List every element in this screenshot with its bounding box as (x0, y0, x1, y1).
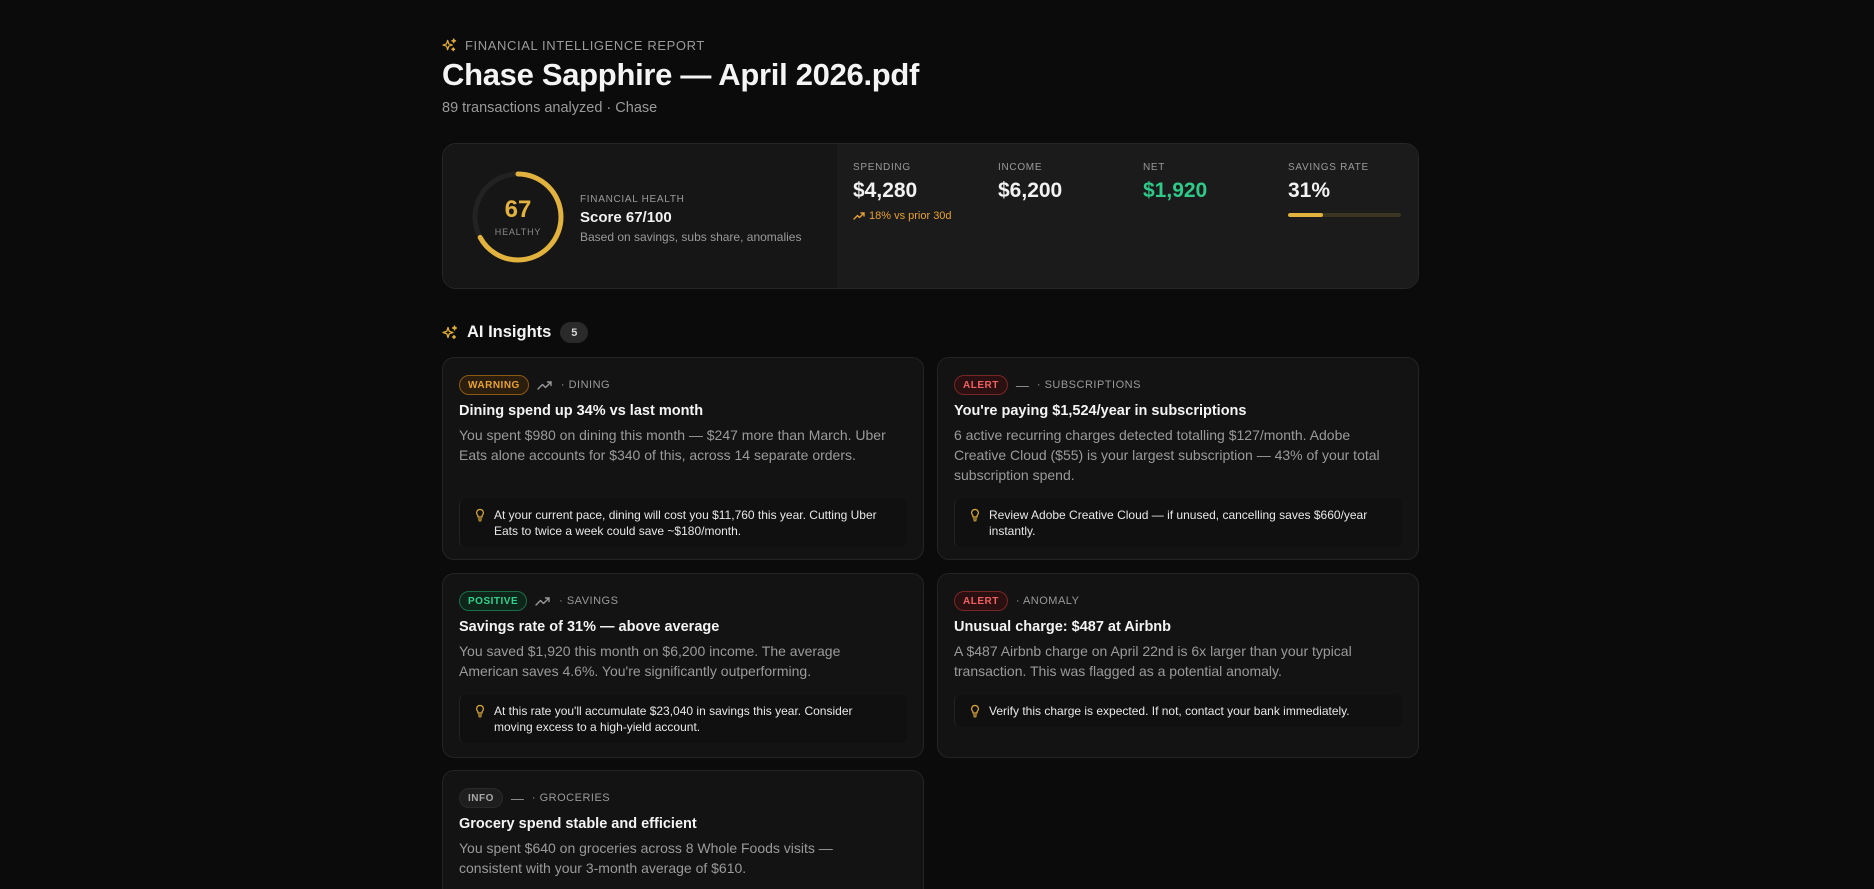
insight-title: Grocery spend stable and efficient (459, 816, 697, 832)
savings-rate-bar-fill (1288, 213, 1324, 217)
financial-health-section: 67 HEALTHY FINANCIAL HEALTH Score 67/100… (443, 144, 837, 288)
lightbulb-icon (971, 704, 979, 718)
insight-meta: POSITIVE · SAVINGS (459, 591, 618, 611)
insight-body: A $487 Airbnb charge on April 22nd is 6x… (954, 643, 1352, 679)
stat-spending: SPENDING $4,280 18% vs prior 30d (853, 162, 983, 222)
summary-panel: 67 HEALTHY FINANCIAL HEALTH Score 67/100… (442, 143, 1419, 289)
lightbulb-icon (476, 704, 484, 718)
insights-header: AI Insights 5 (442, 322, 589, 343)
health-status-label: HEALTHY (494, 227, 542, 237)
trend-up-icon (535, 597, 550, 606)
health-note: Based on savings, subs share, anomalies (580, 230, 802, 244)
trend-up-icon (853, 212, 865, 220)
stat-label: SPENDING (853, 162, 911, 173)
stat-savings-rate: SAVINGS RATE 31% (1288, 162, 1418, 217)
health-score-value: 67 (504, 196, 532, 223)
insight-title: You're paying $1,524/year in subscriptio… (954, 403, 1247, 419)
sparkles-icon (442, 324, 458, 339)
insights-title: AI Insights (467, 323, 552, 341)
stat-value: $4,280 (853, 179, 918, 202)
insights-count-badge: 5 (560, 322, 589, 343)
insight-category: · SUBSCRIPTIONS (1036, 379, 1141, 391)
insight-title: Savings rate of 31% — above average (459, 619, 720, 635)
health-score-text: Score 67/100 (580, 209, 672, 226)
stat-label: INCOME (998, 162, 1043, 173)
dash-icon: — (1015, 377, 1029, 393)
page-subtitle: 89 transactions analyzed · Chase (442, 100, 658, 116)
stat-value: $1,920 (1143, 179, 1208, 202)
stat-income: INCOME $6,200 (998, 162, 1128, 203)
insight-title: Unusual charge: $487 at Airbnb (954, 619, 1172, 635)
insight-category: · SAVINGS (559, 595, 619, 607)
dash-icon: — (510, 790, 524, 806)
insight-body: You spent $640 on groceries across 8 Who… (459, 840, 833, 876)
positive-badge: POSITIVE (459, 591, 528, 611)
insight-tip: Verify this charge is expected. If not, … (954, 695, 1402, 727)
info-badge: INFO (459, 788, 503, 808)
trend-up-icon (537, 381, 552, 390)
insight-meta: WARNING · DINING (459, 375, 610, 395)
insight-tip-text: At your current pace, dining will cost y… (494, 508, 877, 538)
insight-card-dining[interactable]: WARNING · DINING Dining spend up 34% vs … (442, 357, 924, 560)
insight-card-subscriptions[interactable]: ALERT — · SUBSCRIPTIONS You're paying $1… (937, 357, 1419, 560)
insight-body: You saved $1,920 this month on $6,200 in… (459, 643, 841, 679)
insight-tip: At this rate you'll accumulate $23,040 i… (459, 695, 907, 743)
insight-category: · DINING (560, 379, 611, 391)
warning-badge: WARNING (459, 375, 529, 395)
insight-category: · GROCERIES (531, 792, 611, 804)
savings-rate-bar (1288, 213, 1401, 217)
page-title: Chase Sapphire — April 2026.pdf (442, 57, 920, 92)
insight-card-anomaly[interactable]: ALERT · ANOMALY Unusual charge: $487 at … (937, 573, 1419, 758)
stat-net: NET $1,920 (1143, 162, 1273, 203)
stat-label: NET (1143, 162, 1166, 173)
insight-category: · ANOMALY (1015, 595, 1080, 607)
alert-badge: ALERT (954, 591, 1008, 611)
insight-tip-text: Verify this charge is expected. If not, … (989, 704, 1350, 718)
alert-badge: ALERT (954, 375, 1008, 395)
sparkles-icon (442, 38, 457, 52)
insight-meta: INFO — · GROCERIES (459, 788, 610, 808)
health-text: FINANCIAL HEALTH Score 67/100 Based on s… (580, 194, 801, 244)
insight-tip-text: At this rate you'll accumulate $23,040 i… (494, 704, 853, 734)
stat-label: SAVINGS RATE (1288, 162, 1369, 173)
insight-tip-text: Review Adobe Creative Cloud — if unused,… (989, 508, 1368, 538)
insight-body: You spent $980 on dining this month — $2… (459, 427, 886, 463)
health-eyebrow: FINANCIAL HEALTH (580, 194, 685, 205)
stat-value: $6,200 (998, 179, 1063, 202)
report-eyebrow: FINANCIAL INTELLIGENCE REPORT (442, 38, 705, 53)
insight-tip: Review Adobe Creative Cloud — if unused,… (954, 499, 1402, 547)
insight-meta: ALERT · ANOMALY (954, 591, 1079, 611)
lightbulb-icon (476, 508, 484, 522)
insight-tip: At your current pace, dining will cost y… (459, 499, 907, 547)
lightbulb-icon (971, 508, 979, 522)
report-eyebrow-text: FINANCIAL INTELLIGENCE REPORT (465, 38, 705, 53)
insight-card-savings[interactable]: POSITIVE · SAVINGS Savings rate of 31% —… (442, 573, 924, 758)
insight-meta: ALERT — · SUBSCRIPTIONS (954, 375, 1141, 395)
stats-section: SPENDING $4,280 18% vs prior 30d INCOME … (837, 144, 1418, 288)
spending-trend-text: 18% vs prior 30d (869, 210, 952, 222)
spending-trend: 18% vs prior 30d (853, 210, 983, 222)
stat-value: 31% (1288, 179, 1331, 202)
insight-card-groceries[interactable]: INFO — · GROCERIES Grocery spend stable … (442, 770, 924, 889)
insight-body: 6 active recurring charges detected tota… (954, 427, 1380, 483)
insight-title: Dining spend up 34% vs last month (459, 403, 704, 419)
